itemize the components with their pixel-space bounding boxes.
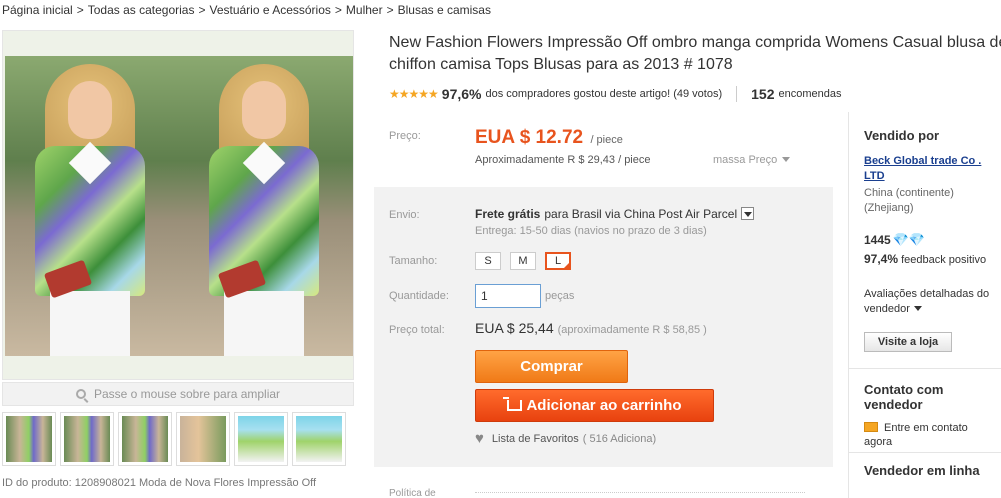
quantity-row: Quantidade: peças bbox=[389, 284, 574, 308]
breadcrumb-sep: > bbox=[334, 3, 342, 17]
detailed-ratings-dropdown[interactable]: Avaliações detalhadas do vendedor bbox=[864, 287, 999, 317]
divider bbox=[849, 452, 1001, 453]
purchase-options: Envio: Frete grátis para Brasil via China … bbox=[374, 187, 833, 467]
mail-icon bbox=[864, 422, 878, 432]
divider bbox=[849, 368, 1001, 369]
thumbnail[interactable] bbox=[118, 412, 172, 466]
wishlist-count: ( 516 Adiciona) bbox=[582, 433, 657, 445]
thumbnail[interactable] bbox=[234, 412, 288, 466]
thumbnail[interactable] bbox=[2, 412, 56, 466]
total-label: Preço total: bbox=[389, 324, 445, 336]
heart-icon: ♥ bbox=[475, 430, 484, 447]
seller-location: China (continente) (Zhejiang) bbox=[864, 187, 954, 214]
orders-label: encomendas bbox=[778, 88, 842, 100]
size-row: Tamanho: S M L bbox=[389, 252, 580, 270]
breadcrumb-home[interactable]: Página inicial bbox=[2, 3, 73, 17]
zoom-hint: Passe o mouse sobre para ampliar bbox=[2, 382, 354, 406]
thumbnail[interactable] bbox=[292, 412, 346, 466]
price-approx: Aproximadamente R $ 29,43 / piece bbox=[475, 154, 651, 166]
zoom-hint-text: Passe o mouse sobre para ampliar bbox=[93, 387, 281, 401]
shipping-label: Envio: bbox=[389, 209, 420, 221]
thumbnail[interactable] bbox=[176, 412, 230, 466]
feedback-percent: 97,4% bbox=[864, 252, 899, 266]
breadcrumb-sep: > bbox=[386, 3, 394, 17]
breadcrumb-sep: > bbox=[198, 3, 206, 17]
seller-name-link[interactable]: Beck Global trade Co . LTD bbox=[864, 154, 999, 184]
divider bbox=[736, 86, 738, 102]
visit-store-button[interactable]: Visite a loja bbox=[864, 332, 952, 352]
product-title: New Fashion Flowers Impressão Off ombro … bbox=[389, 34, 1001, 73]
size-option-s[interactable]: S bbox=[475, 252, 501, 270]
seller-online-title: Vendedor em linha bbox=[864, 463, 980, 478]
orders-count: 152 bbox=[751, 86, 775, 102]
seller-score: 1445 💎💎 bbox=[864, 232, 925, 248]
cart-icon bbox=[503, 397, 523, 411]
wishlist-link[interactable]: ♥ Lista de Favoritos ( 516 Adiciona) bbox=[475, 430, 657, 447]
shipping-method: para Brasil via China Post Air Parcel bbox=[544, 207, 738, 221]
bulk-price-dropdown[interactable]: massa Preço bbox=[713, 154, 790, 166]
sold-by-title: Vendido por bbox=[864, 128, 940, 143]
seller-feedback: 97,4% feedback positivo bbox=[864, 251, 994, 268]
contact-now-label: Entre em contato agora bbox=[864, 422, 968, 448]
star-rating-icon: ★★★★★ bbox=[389, 87, 439, 101]
breadcrumb-women[interactable]: Mulher bbox=[346, 3, 383, 17]
rating-percent: 97,6% bbox=[441, 86, 482, 102]
seller-panel: Vendido por Beck Global trade Co . LTD C… bbox=[848, 112, 1001, 498]
product-photo-front bbox=[5, 56, 179, 356]
buy-now-button[interactable]: Comprar bbox=[475, 350, 628, 383]
size-label: Tamanho: bbox=[389, 255, 438, 267]
contact-now-link[interactable]: Entre em contato agora bbox=[864, 421, 994, 449]
total-value: EUA $ 25,44 bbox=[475, 320, 554, 336]
product-photo-side bbox=[179, 56, 353, 356]
product-id: ID do produto: 1208908021 Moda de Nova F… bbox=[2, 477, 317, 489]
breadcrumb-apparel[interactable]: Vestuário e Acessórios bbox=[209, 3, 330, 17]
size-option-m[interactable]: M bbox=[510, 252, 536, 270]
quantity-unit: peças bbox=[545, 290, 575, 302]
quantity-input[interactable] bbox=[475, 284, 541, 308]
price-label: Preço: bbox=[389, 130, 421, 142]
divider bbox=[475, 492, 805, 498]
total-row: Preço total: EUA $ 25,44 (aproximadamente … bbox=[389, 320, 707, 336]
total-approx: (aproximadamente R $ 58,85 ) bbox=[557, 324, 707, 336]
breadcrumb-all-categories[interactable]: Todas as categorias bbox=[88, 3, 195, 17]
rating-bar: ★★★★★ 97,6% dos compradores gostou deste… bbox=[389, 86, 842, 102]
magnifier-icon bbox=[75, 389, 86, 399]
diamond-icon: 💎💎 bbox=[892, 232, 926, 247]
rating-text: dos compradores gostou deste artigo! (49… bbox=[485, 88, 723, 100]
price-unit: / piece bbox=[590, 134, 623, 146]
feedback-label: feedback positivo bbox=[901, 254, 987, 266]
policy-label: Política de bbox=[389, 488, 436, 498]
seller-score-value: 1445 bbox=[864, 233, 891, 247]
delivery-estimate: Entrega: 15-50 dias (navios no prazo de … bbox=[475, 225, 707, 237]
main-product-image[interactable] bbox=[2, 30, 354, 380]
free-shipping: Frete grátis bbox=[475, 207, 541, 221]
thumbnail[interactable] bbox=[60, 412, 114, 466]
add-to-cart-label: Adicionar ao carrinho bbox=[526, 397, 682, 414]
contact-seller-title: Contato com vendedor bbox=[864, 382, 944, 412]
breadcrumb: Página inicial > Todas as categorias > Vestu… bbox=[2, 3, 491, 17]
wishlist-label: Lista de Favoritos bbox=[491, 433, 579, 445]
shipping-dropdown-icon[interactable] bbox=[741, 207, 755, 220]
price-value: EUA $ 12.72 bbox=[475, 127, 584, 148]
thumbnail-strip bbox=[2, 412, 346, 466]
breadcrumb-sep: > bbox=[76, 3, 84, 17]
breadcrumb-blouses[interactable]: Blusas e camisas bbox=[398, 3, 491, 17]
add-to-cart-button[interactable]: Adicionar ao carrinho bbox=[475, 389, 714, 422]
size-option-l[interactable]: L bbox=[545, 252, 571, 270]
shipping-row: Envio: Frete grátis para Brasil via China … bbox=[389, 207, 755, 221]
quantity-label: Quantidade: bbox=[389, 290, 449, 302]
